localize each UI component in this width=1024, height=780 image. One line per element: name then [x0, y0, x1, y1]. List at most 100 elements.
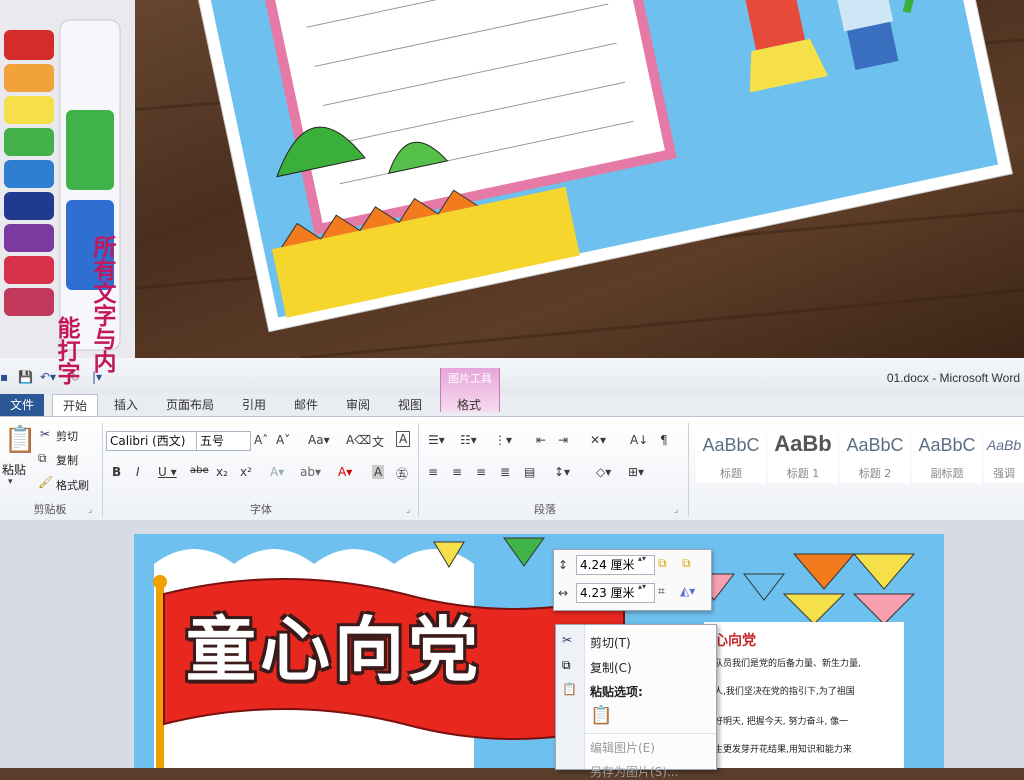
font-launcher-icon[interactable]: ⌟ [406, 505, 410, 515]
bullets-icon[interactable]: ☰▾ [428, 433, 445, 447]
chinese-layout-icon[interactable]: ✕▾ [590, 433, 606, 447]
underline-icon[interactable]: U ▾ [158, 465, 177, 479]
photo-preview [0, 0, 1024, 358]
font-size-combo[interactable]: 五号 [196, 431, 251, 451]
borders-icon[interactable]: ⊞▾ [628, 465, 644, 479]
tab-insert[interactable]: 插入 [104, 394, 148, 416]
enclose-characters-icon[interactable]: ㊄ [396, 465, 408, 482]
article-line: 人,我们坚决在党的指引下,为了祖国 [714, 687, 855, 697]
tab-page-layout[interactable]: 页面布局 [158, 394, 222, 416]
save-icon[interactable]: 💾 [18, 370, 33, 384]
width-icon: ↔ [558, 586, 569, 600]
style-heading-1[interactable]: AaBb 标题 1 [768, 429, 838, 483]
paste-dropdown-icon[interactable]: ▾ [8, 477, 13, 487]
menu-item-cut[interactable]: 剪切(T) [590, 634, 631, 651]
tab-file[interactable]: 文件 [0, 394, 44, 416]
character-shading-icon[interactable]: A [372, 465, 385, 479]
height-icon: ↕ [558, 558, 569, 572]
subscript-icon[interactable]: x₂ [216, 465, 228, 479]
style-name: 标题 1 [786, 467, 820, 480]
grow-font-icon[interactable]: A˄ [254, 433, 268, 447]
cut-button[interactable]: 剪切 [56, 428, 78, 444]
increase-indent-icon[interactable]: ⇥ [558, 433, 568, 447]
ribbon-tab-bar: 文件 开始 插入 页面布局 引用 邮件 审阅 视图 格式 [0, 394, 1024, 418]
format-painter-icon[interactable]: 🖌 [38, 475, 53, 489]
shading-icon[interactable]: ◇▾ [596, 465, 611, 479]
align-left-icon[interactable]: ≡ [428, 465, 438, 479]
menu-item-edit-picture[interactable]: 编辑图片(E) [590, 739, 655, 756]
tab-format[interactable]: 格式 [446, 394, 492, 416]
clipboard-launcher-icon[interactable]: ⌟ [88, 505, 92, 515]
italic-icon[interactable]: I [136, 465, 140, 479]
paste-button[interactable]: 粘贴 [2, 461, 26, 478]
phonetic-guide-icon[interactable]: 文 [372, 433, 384, 450]
copy-icon[interactable]: ⧉ [38, 451, 47, 466]
menu-item-save-as-picture[interactable]: 另存为图片(S)... [590, 763, 678, 780]
picture-size-mini-toolbar: ↕ 4.24 厘米 ▴▾ ⧉ ⧉ ↔ 4.23 厘米 ▴▾ ⌗ ◭▾ [553, 549, 712, 611]
width-spinner-icon[interactable]: ▴▾ [638, 582, 646, 591]
font-name-combo[interactable]: Calibri (西文) [106, 431, 197, 451]
article-line: 好明天, 把握今天, 努力奋斗, 像一 [714, 717, 849, 727]
decrease-indent-icon[interactable]: ⇤ [536, 433, 546, 447]
style-emphasis[interactable]: AaBb 强调 [984, 429, 1024, 483]
multilevel-list-icon[interactable]: ⋮▾ [494, 433, 512, 447]
rotate-icon[interactable]: ◭▾ [680, 584, 695, 598]
character-border-icon[interactable]: A [396, 431, 411, 447]
show-marks-icon[interactable]: ¶ [660, 433, 668, 447]
style-subtitle[interactable]: AaBbC 副标题 [912, 429, 982, 483]
copy-icon: ⧉ [562, 658, 571, 672]
font-group-label: 字体 [250, 503, 272, 516]
height-spinner-icon[interactable]: ▴▾ [638, 554, 646, 563]
style-sample: AaBb [986, 437, 1022, 453]
paste-keep-format-icon[interactable]: 📋 [590, 705, 612, 726]
bold-icon[interactable]: B [112, 465, 121, 479]
style-name: 标题 [720, 467, 742, 480]
shrink-font-icon[interactable]: A˅ [276, 433, 290, 447]
justify-icon[interactable]: ≣ [500, 465, 510, 479]
cut-icon[interactable]: ✂ [40, 427, 50, 441]
highlight-icon[interactable]: ab▾ [300, 465, 321, 479]
style-title[interactable]: AaBbC 标题 [696, 429, 766, 483]
distributed-icon[interactable]: ▤ [524, 465, 535, 479]
style-heading-2[interactable]: AaBbC 标题 2 [840, 429, 910, 483]
headline-text: 童心向党 [186, 609, 482, 691]
send-backward-icon[interactable]: ⧉ [682, 556, 691, 571]
clear-formatting-icon[interactable]: A⌫ [346, 433, 371, 447]
tab-references[interactable]: 引用 [232, 394, 276, 416]
tab-home[interactable]: 开始 [52, 394, 98, 418]
desk-photo-illustration [0, 0, 1024, 358]
title-bar: ▪ 💾 ↶▾ ↻ |▾ 01.docx - Microsoft Word [0, 358, 1024, 394]
bring-forward-icon[interactable]: ⧉ [658, 556, 667, 571]
menu-item-paste-options: 粘贴选项: [590, 685, 643, 699]
ribbon-home: 📋 粘贴 ▾ ✂ 剪切 ⧉ 复制 🖌 格式刷 剪贴板 ⌟ Calibri (西文… [0, 416, 1024, 522]
document-title: 01.docx - Microsoft Word [886, 371, 1020, 385]
superscript-icon[interactable]: x² [240, 465, 252, 479]
paragraph-launcher-icon[interactable]: ⌟ [674, 505, 678, 515]
paste-icon: 📋 [562, 682, 577, 696]
paste-icon[interactable]: 📋 [4, 425, 36, 455]
tab-mailings[interactable]: 邮件 [284, 394, 328, 416]
cut-icon: ✂ [562, 633, 573, 647]
style-sample: AaBbC [846, 435, 904, 455]
sort-icon[interactable]: A↓ [630, 433, 648, 447]
change-case-icon[interactable]: Aa▾ [308, 433, 330, 447]
clipboard-group-label: 剪贴板 [33, 503, 67, 516]
align-right-icon[interactable]: ≡ [476, 465, 486, 479]
tab-review[interactable]: 审阅 [336, 394, 380, 416]
format-painter-button[interactable]: 格式刷 [56, 477, 89, 493]
tab-view[interactable]: 视图 [388, 394, 432, 416]
line-spacing-icon[interactable]: ↕▾ [554, 465, 570, 479]
align-center-icon[interactable]: ≡ [452, 465, 462, 479]
style-sample: AaBbC [918, 435, 976, 455]
menu-item-copy[interactable]: 复制(C) [590, 659, 632, 676]
copy-button[interactable]: 复制 [56, 452, 78, 468]
numbering-icon[interactable]: ☷▾ [460, 433, 477, 447]
text-effects-icon[interactable]: A▾ [270, 465, 284, 479]
document-page: 童心向党 心向党 队员我们是党的后备力量、新生力量, 人,我们坚决在党的指引下,… [134, 534, 944, 768]
style-name: 强调 [993, 467, 1015, 480]
font-color-icon[interactable]: A▾ [338, 465, 352, 479]
crop-icon[interactable]: ⌗ [658, 584, 665, 599]
style-name: 标题 2 [858, 467, 892, 480]
style-name: 副标题 [930, 467, 964, 480]
strikethrough-icon[interactable]: abe [190, 465, 209, 476]
